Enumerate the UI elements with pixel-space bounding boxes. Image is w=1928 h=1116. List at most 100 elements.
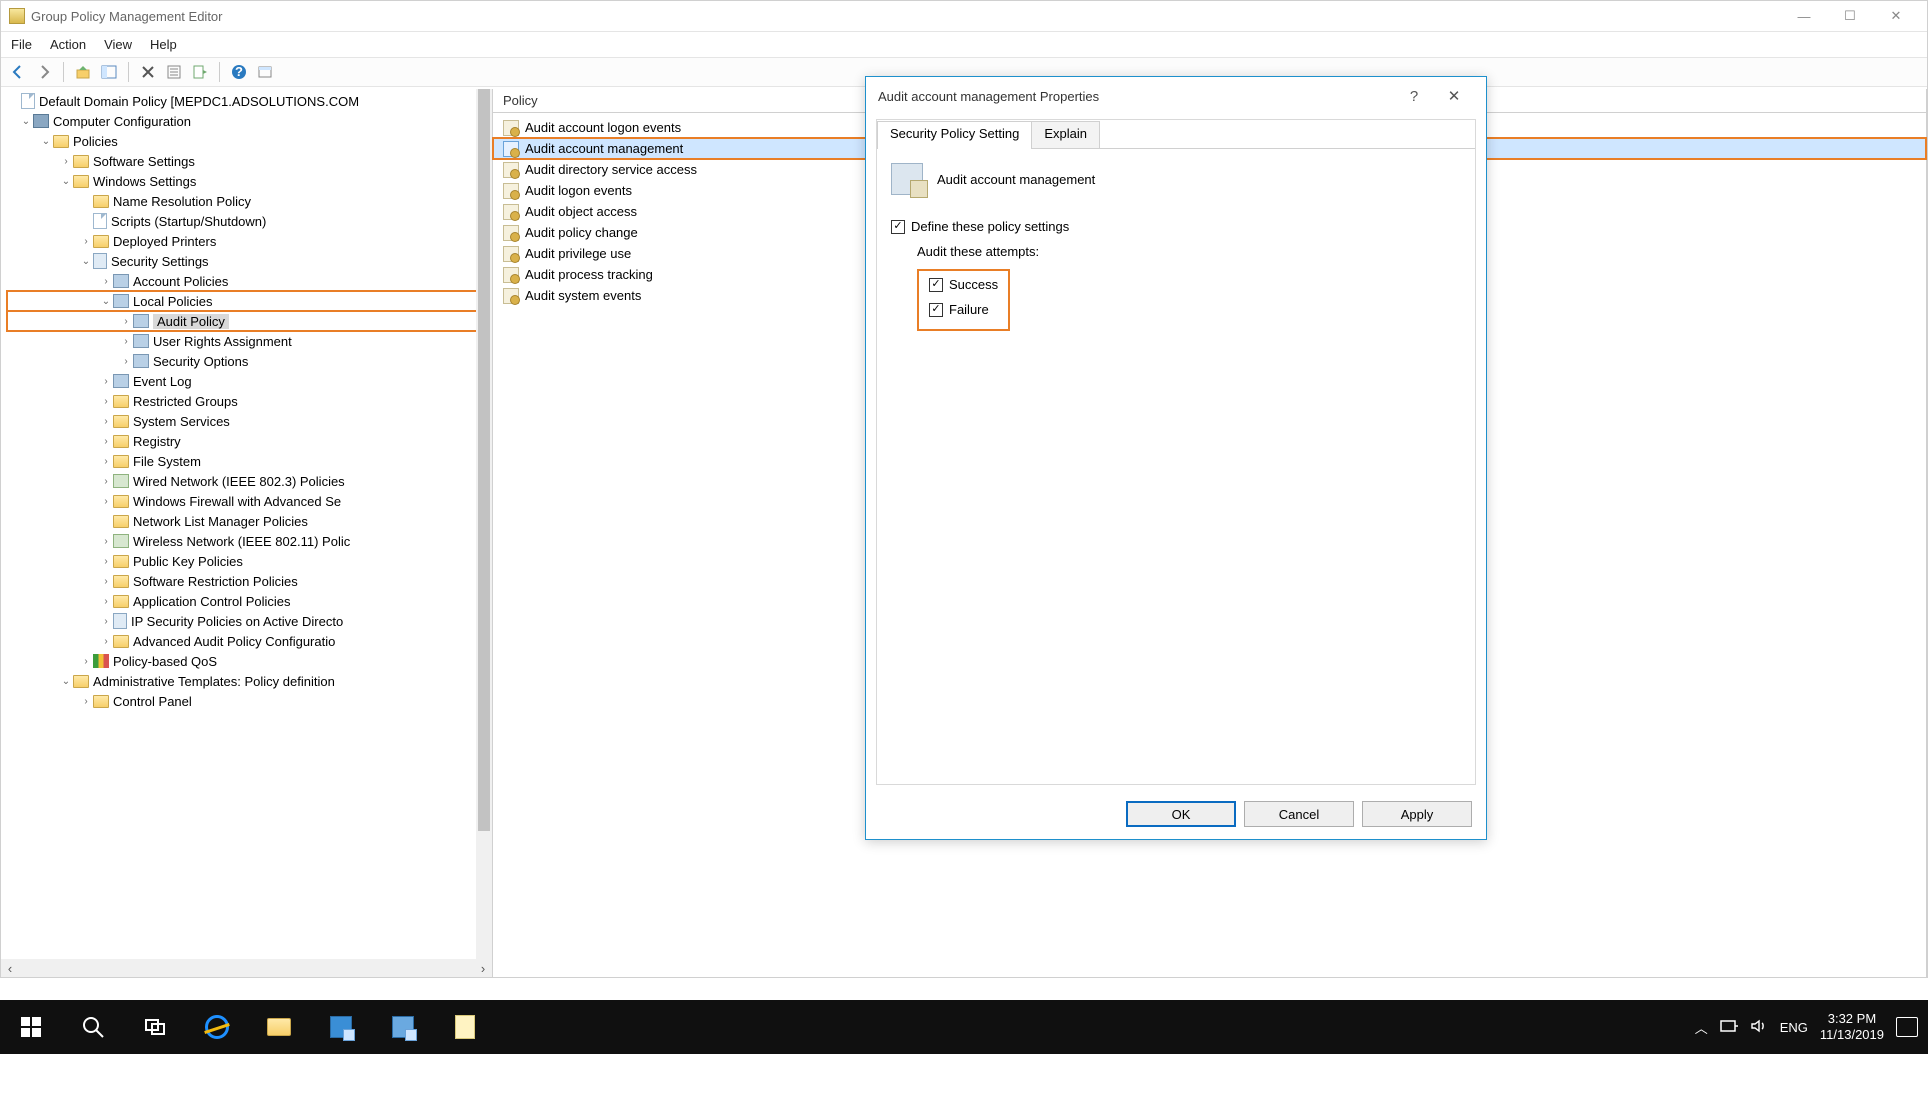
tray-network-icon[interactable] (1720, 1018, 1738, 1037)
tray-volume-icon[interactable] (1750, 1018, 1768, 1037)
forward-button[interactable] (33, 61, 55, 83)
tree-security[interactable]: Security Settings (111, 254, 209, 269)
expander-icon[interactable]: › (119, 356, 133, 367)
tree-registry[interactable]: Registry (133, 434, 181, 449)
tree-qos[interactable]: Policy-based QoS (113, 654, 217, 669)
tree-restricted[interactable]: Restricted Groups (133, 394, 238, 409)
tree-printers[interactable]: Deployed Printers (113, 234, 216, 249)
expander-icon[interactable]: › (59, 156, 73, 167)
show-hide-tree-button[interactable] (98, 61, 120, 83)
tree-filesys[interactable]: File System (133, 454, 201, 469)
tree-account[interactable]: Account Policies (133, 274, 228, 289)
properties-button[interactable] (163, 61, 185, 83)
tree-admin[interactable]: Administrative Templates: Policy definit… (93, 674, 335, 689)
expander-icon[interactable]: › (99, 496, 113, 507)
export-button[interactable] (189, 61, 211, 83)
tree-audit[interactable]: Audit Policy (153, 314, 229, 329)
checkbox-failure[interactable]: ✓ (929, 303, 943, 317)
tray-clock[interactable]: 3:32 PM 11/13/2019 (1820, 1011, 1884, 1044)
ok-button[interactable]: OK (1126, 801, 1236, 827)
taskbar-explorer[interactable] (248, 1000, 310, 1054)
tray-language[interactable]: ENG (1780, 1020, 1808, 1035)
taskbar-server-manager[interactable] (310, 1000, 372, 1054)
start-button[interactable] (0, 1000, 62, 1054)
tree-hscrollbar[interactable]: ‹› (1, 959, 492, 977)
expander-icon[interactable]: › (99, 636, 113, 647)
menu-file[interactable]: File (11, 37, 32, 52)
back-button[interactable] (7, 61, 29, 83)
tab-explain[interactable]: Explain (1031, 121, 1100, 149)
expander-icon[interactable]: ⌄ (79, 256, 93, 267)
tree-nrp[interactable]: Name Resolution Policy (113, 194, 251, 209)
minimize-button[interactable]: — (1781, 1, 1827, 31)
tree-wired[interactable]: Wired Network (IEEE 802.3) Policies (133, 474, 345, 489)
define-checkbox-row[interactable]: ✓ Define these policy settings (891, 219, 1461, 234)
expander-icon[interactable]: ⌄ (39, 136, 53, 147)
expander-icon[interactable]: ⌄ (19, 116, 33, 127)
search-button[interactable] (62, 1000, 124, 1054)
checkbox-success[interactable]: ✓ (929, 278, 943, 292)
tree-netlist[interactable]: Network List Manager Policies (133, 514, 308, 529)
tree-local[interactable]: Local Policies (133, 294, 213, 309)
tree-scripts[interactable]: Scripts (Startup/Shutdown) (111, 214, 266, 229)
cancel-button[interactable]: Cancel (1244, 801, 1354, 827)
apply-button[interactable]: Apply (1362, 801, 1472, 827)
tray-chevron-icon[interactable]: ︿ (1695, 1018, 1708, 1037)
success-checkbox-row[interactable]: ✓ Success (929, 277, 998, 292)
task-view-button[interactable] (124, 1000, 186, 1054)
tree-cpanel[interactable]: Control Panel (113, 694, 192, 709)
taskbar-ie[interactable] (186, 1000, 248, 1054)
tree-firewall[interactable]: Windows Firewall with Advanced Se (133, 494, 341, 509)
nav-tree[interactable]: Default Domain Policy [MEPDC1.ADSOLUTION… (1, 89, 492, 711)
tree-root[interactable]: Default Domain Policy [MEPDC1.ADSOLUTION… (39, 94, 359, 109)
failure-checkbox-row[interactable]: ✓ Failure (929, 302, 998, 317)
filter-button[interactable] (254, 61, 276, 83)
expander-icon[interactable]: › (79, 656, 93, 667)
expander-icon[interactable]: › (99, 456, 113, 467)
expander-icon[interactable]: › (99, 556, 113, 567)
tree-policies[interactable]: Policies (73, 134, 118, 149)
expander-icon[interactable]: › (99, 616, 113, 627)
expander-icon[interactable]: › (99, 276, 113, 287)
tab-security-policy-setting[interactable]: Security Policy Setting (877, 121, 1032, 149)
menu-view[interactable]: View (104, 37, 132, 52)
tree-windows[interactable]: Windows Settings (93, 174, 196, 189)
expander-icon[interactable]: › (99, 476, 113, 487)
expander-icon[interactable]: › (99, 536, 113, 547)
close-button[interactable]: ✕ (1434, 87, 1474, 105)
tree-ura[interactable]: User Rights Assignment (153, 334, 292, 349)
expander-icon[interactable]: ⌄ (99, 296, 113, 307)
tree-computer-config[interactable]: Computer Configuration (53, 114, 191, 129)
action-center-icon[interactable] (1896, 1017, 1918, 1037)
taskbar-gpmc[interactable] (372, 1000, 434, 1054)
expander-icon[interactable]: › (99, 576, 113, 587)
expander-icon[interactable]: › (99, 376, 113, 387)
expander-icon[interactable]: ⌄ (59, 176, 73, 187)
taskbar-notepad[interactable] (434, 1000, 496, 1054)
tree-eventlog[interactable]: Event Log (133, 374, 192, 389)
menu-action[interactable]: Action (50, 37, 86, 52)
tree-vscrollbar[interactable] (476, 89, 492, 959)
tree-srp[interactable]: Software Restriction Policies (133, 574, 298, 589)
expander-icon[interactable]: › (99, 416, 113, 427)
expander-icon[interactable]: › (79, 696, 93, 707)
maximize-button[interactable]: ☐ (1827, 1, 1873, 31)
expander-icon[interactable]: › (119, 336, 133, 347)
expander-icon[interactable]: › (99, 396, 113, 407)
tree-secopt[interactable]: Security Options (153, 354, 248, 369)
help-button[interactable]: ? (228, 61, 250, 83)
tree-sysserv[interactable]: System Services (133, 414, 230, 429)
expander-icon[interactable]: ⌄ (59, 676, 73, 687)
tree-ipsec[interactable]: IP Security Policies on Active Directo (131, 614, 343, 629)
expander-icon[interactable]: › (99, 596, 113, 607)
menu-help[interactable]: Help (150, 37, 177, 52)
expander-icon[interactable]: › (99, 436, 113, 447)
help-button[interactable]: ? (1394, 88, 1434, 105)
tree-advaudit[interactable]: Advanced Audit Policy Configuratio (133, 634, 335, 649)
close-button[interactable]: ✕ (1873, 1, 1919, 31)
up-button[interactable] (72, 61, 94, 83)
tree-pki[interactable]: Public Key Policies (133, 554, 243, 569)
tree-software[interactable]: Software Settings (93, 154, 195, 169)
tree-wireless[interactable]: Wireless Network (IEEE 802.11) Polic (133, 534, 350, 549)
checkbox-define[interactable]: ✓ (891, 220, 905, 234)
